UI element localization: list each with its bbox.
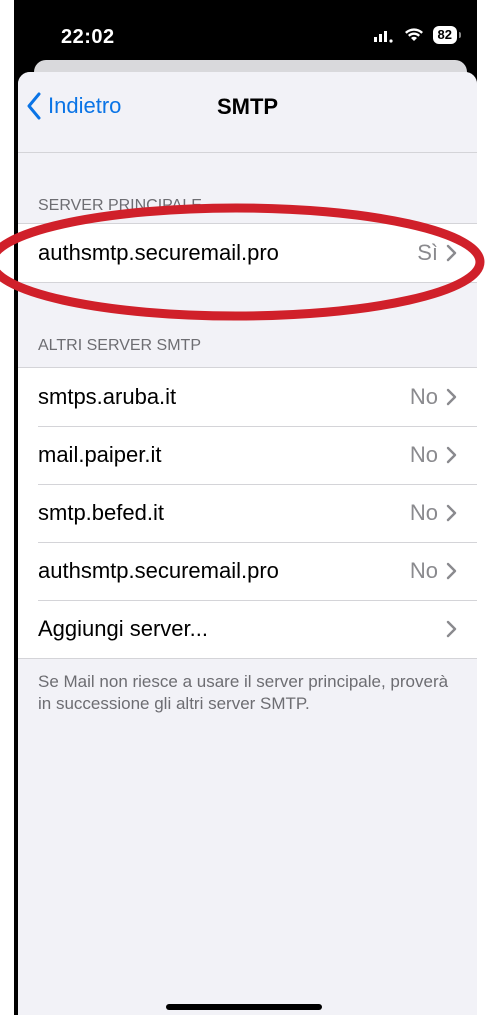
- server-status: No: [409, 384, 438, 409]
- add-server-row[interactable]: Aggiungi server...: [18, 600, 477, 658]
- server-name: authsmtp.securemail.pro: [38, 240, 279, 265]
- chevron-right-icon: [446, 244, 457, 262]
- server-status: No: [409, 442, 438, 467]
- status-icons: 82: [373, 26, 461, 44]
- server-name: mail.paiper.it: [38, 442, 162, 467]
- server-row[interactable]: smtps.aruba.it No: [18, 368, 477, 426]
- navigation-bar: Indietro SMTP: [18, 72, 477, 153]
- chevron-right-icon: [446, 562, 457, 580]
- frame-right: [477, 0, 491, 1015]
- server-name: smtps.aruba.it: [38, 384, 177, 409]
- server-status: No: [409, 500, 438, 525]
- server-row[interactable]: smtp.befed.it No: [18, 484, 477, 542]
- add-server-label: Aggiungi server...: [38, 616, 208, 641]
- server-name: authsmtp.securemail.pro: [38, 558, 279, 583]
- status-bar: 22:02 82: [14, 0, 477, 62]
- smtp-settings-sheet: Indietro SMTP SERVER PRINCIPALE authsmtp…: [18, 72, 477, 1015]
- page-title: SMTP: [216, 94, 279, 119]
- footer-note: Se Mail non riesce a usare il server pri…: [38, 672, 449, 713]
- signal-icon: [373, 31, 393, 43]
- chevron-right-icon: [446, 620, 457, 638]
- phone-screen: 22:02 82 Indietro SMTP SERVER PRINCIPALE…: [14, 0, 477, 1015]
- primary-server-group: authsmtp.securemail.pro Sì: [18, 223, 477, 283]
- wifi-icon: [404, 28, 423, 41]
- battery-icon: 82: [432, 26, 461, 44]
- frame-left: [0, 0, 14, 1015]
- home-indicator[interactable]: [166, 1004, 322, 1010]
- primary-server-row[interactable]: authsmtp.securemail.pro Sì: [18, 224, 477, 282]
- server-status: No: [409, 558, 438, 583]
- other-servers-group: smtps.aruba.it No mail.paiper.it No smtp…: [18, 367, 477, 659]
- server-row[interactable]: authsmtp.securemail.pro No: [18, 542, 477, 600]
- status-time: 22:02: [61, 26, 115, 48]
- other-servers-header: ALTRI SERVER SMTP: [38, 337, 201, 354]
- battery-level: 82: [437, 27, 452, 42]
- chevron-right-icon: [446, 504, 457, 522]
- server-status: Sì: [417, 240, 438, 265]
- chevron-right-icon: [446, 388, 457, 406]
- chevron-right-icon: [446, 446, 457, 464]
- battery-tip: [459, 32, 461, 38]
- server-row[interactable]: mail.paiper.it No: [18, 426, 477, 484]
- primary-server-header: SERVER PRINCIPALE: [38, 197, 202, 214]
- server-name: smtp.befed.it: [38, 500, 164, 525]
